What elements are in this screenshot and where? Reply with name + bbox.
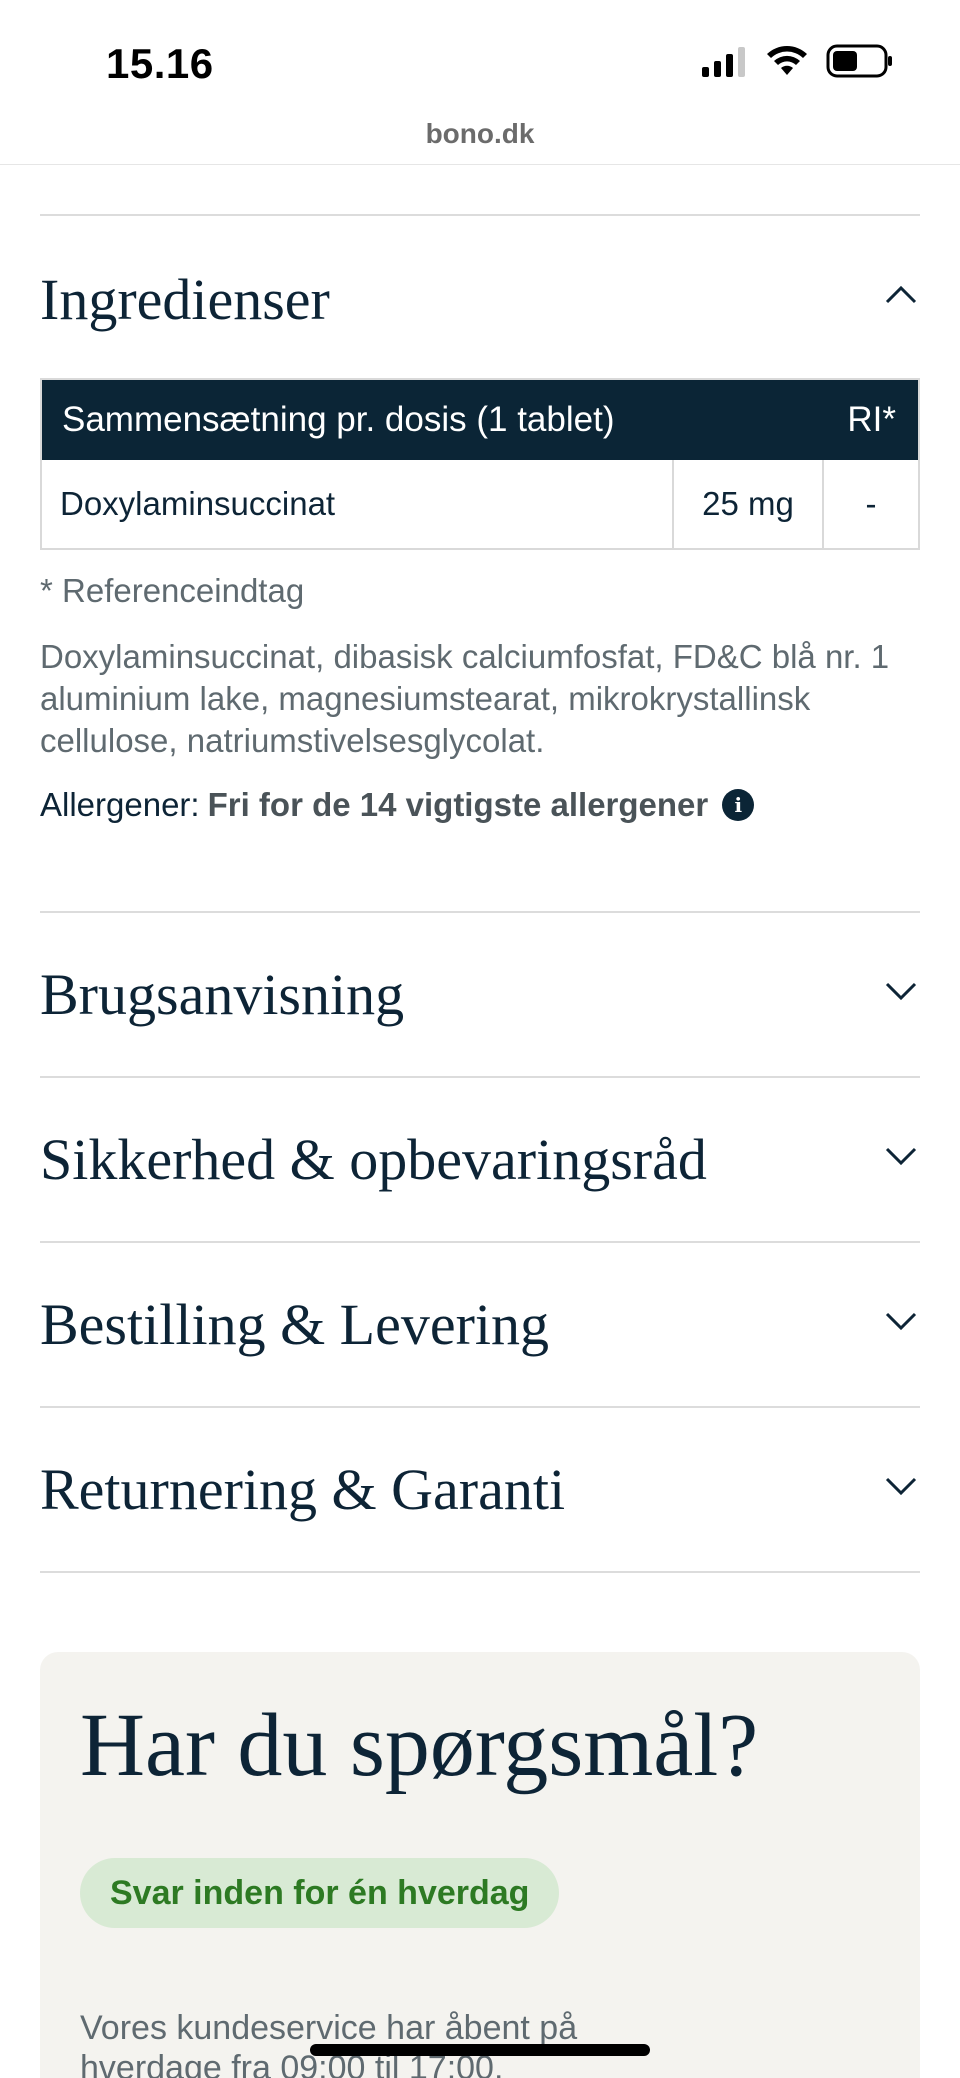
composition-table-header: Sammensætning pr. dosis (1 tablet) RI* [42, 380, 918, 460]
accordion-header-safety[interactable]: Sikkerhed & opbevaringsråd [40, 1126, 707, 1193]
home-indicator[interactable] [310, 2044, 650, 2056]
chevron-down-icon[interactable] [884, 980, 918, 1002]
allergens-line: Allergener: Fri for de 14 vigtigste alle… [40, 786, 755, 824]
ingredients-text: Doxylaminsuccinat, dibasisk calciumfosfa… [40, 638, 890, 759]
response-time-badge: Svar inden for én hverdag [80, 1858, 560, 1928]
table-cell-amount: 25 mg [672, 460, 822, 548]
wifi-icon [767, 46, 807, 75]
cellular-signal-icon [702, 47, 745, 77]
section-divider [40, 214, 920, 216]
section-divider [40, 1406, 920, 1408]
table-header-ri: RI* [847, 400, 896, 439]
battery-icon [826, 44, 892, 78]
section-divider [40, 911, 920, 913]
section-divider [40, 1076, 920, 1078]
accordion-header-usage[interactable]: Brugsanvisning [40, 961, 404, 1028]
reference-footnote: * Referenceindtag [40, 572, 305, 609]
table-cell-name: Doxylaminsuccinat [60, 485, 336, 522]
status-icons [700, 44, 894, 78]
chevron-down-icon[interactable] [884, 1145, 918, 1167]
url-bar[interactable]: bono.dk [0, 118, 960, 166]
accordion-header-ordering[interactable]: Bestilling & Levering [40, 1291, 549, 1358]
table-row: Doxylaminsuccinat 25 mg - [42, 460, 918, 548]
table-cell-ri: - [822, 460, 918, 548]
info-icon[interactable]: i [722, 789, 755, 821]
section-divider [40, 1241, 920, 1243]
chevron-down-icon[interactable] [884, 1310, 918, 1332]
chevron-up-icon[interactable] [884, 284, 918, 306]
accordion-header-ingredients[interactable]: Ingredienser [40, 266, 330, 333]
allergens-value: Fri for de 14 vigtigste allergener [207, 786, 709, 823]
contact-card: Har du spørgsmål? Svar inden for én hver… [40, 1652, 920, 2078]
chevron-down-icon[interactable] [884, 1475, 918, 1497]
table-header-label: Sammensætning pr. dosis (1 tablet) [62, 400, 615, 439]
composition-table: Sammensætning pr. dosis (1 tablet) RI* D… [40, 378, 920, 550]
contact-title: Har du spørgsmål? [80, 1696, 759, 1795]
contact-hours-text: Vores kundeservice har åbent på hverdage… [80, 2009, 578, 2078]
accordion-header-returns[interactable]: Returnering & Garanti [40, 1456, 565, 1523]
browser-divider [0, 164, 960, 165]
section-divider [40, 1571, 920, 1573]
allergens-label: Allergener: [40, 786, 200, 823]
status-time: 15.16 [106, 40, 214, 87]
status-bar: 15.16 [0, 0, 960, 120]
